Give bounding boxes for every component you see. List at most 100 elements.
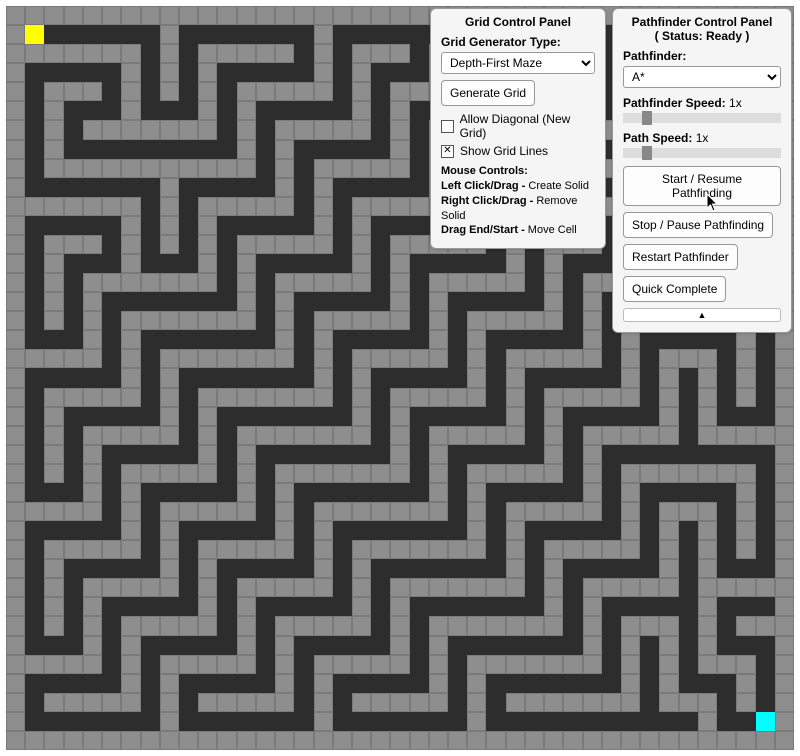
grid-cell[interactable] bbox=[371, 616, 390, 635]
grid-cell[interactable] bbox=[237, 254, 256, 273]
grid-cell[interactable] bbox=[25, 655, 44, 674]
grid-cell[interactable] bbox=[102, 559, 121, 578]
grid-cell[interactable] bbox=[83, 616, 102, 635]
grid-cell[interactable] bbox=[583, 502, 602, 521]
grid-cell[interactable] bbox=[352, 140, 371, 159]
grid-cell[interactable] bbox=[160, 559, 179, 578]
grid-cell[interactable] bbox=[198, 216, 217, 235]
grid-cell[interactable] bbox=[717, 636, 736, 655]
grid-cell[interactable] bbox=[179, 235, 198, 254]
grid-cell[interactable] bbox=[736, 330, 755, 349]
grid-cell[interactable] bbox=[506, 616, 525, 635]
grid-cell[interactable] bbox=[563, 273, 582, 292]
grid-cell[interactable] bbox=[583, 483, 602, 502]
generate-grid-button[interactable]: Generate Grid bbox=[441, 80, 535, 106]
grid-cell[interactable] bbox=[275, 25, 294, 44]
grid-cell[interactable] bbox=[640, 407, 659, 426]
grid-cell[interactable] bbox=[141, 521, 160, 540]
grid-cell[interactable] bbox=[275, 254, 294, 273]
grid-cell[interactable] bbox=[25, 216, 44, 235]
grid-cell[interactable] bbox=[64, 540, 83, 559]
grid-cell[interactable] bbox=[314, 254, 333, 273]
grid-cell[interactable] bbox=[448, 712, 467, 731]
grid-cell[interactable] bbox=[217, 368, 236, 387]
grid-cell[interactable] bbox=[6, 731, 25, 750]
grid-cell[interactable] bbox=[83, 578, 102, 597]
grid-cell[interactable] bbox=[371, 197, 390, 216]
grid-cell[interactable] bbox=[736, 655, 755, 674]
grid-cell[interactable] bbox=[294, 445, 313, 464]
grid-cell[interactable] bbox=[6, 464, 25, 483]
grid-cell[interactable] bbox=[44, 63, 63, 82]
grid-cell[interactable] bbox=[102, 235, 121, 254]
grid-cell[interactable] bbox=[525, 521, 544, 540]
grid-cell[interactable] bbox=[333, 254, 352, 273]
grid-cell[interactable] bbox=[237, 483, 256, 502]
grid-cell[interactable] bbox=[352, 731, 371, 750]
grid-cell[interactable] bbox=[544, 712, 563, 731]
grid-cell[interactable] bbox=[217, 292, 236, 311]
grid-cell[interactable] bbox=[141, 311, 160, 330]
grid-cell[interactable] bbox=[294, 273, 313, 292]
grid-cell[interactable] bbox=[121, 388, 140, 407]
grid-cell[interactable] bbox=[217, 197, 236, 216]
grid-cell[interactable] bbox=[486, 655, 505, 674]
grid-cell[interactable] bbox=[736, 712, 755, 731]
grid-cell[interactable] bbox=[198, 273, 217, 292]
grid-cell[interactable] bbox=[333, 616, 352, 635]
grid-cell[interactable] bbox=[486, 693, 505, 712]
grid-cell[interactable] bbox=[141, 731, 160, 750]
grid-cell[interactable] bbox=[717, 693, 736, 712]
grid-cell[interactable] bbox=[25, 616, 44, 635]
grid-cell[interactable] bbox=[256, 330, 275, 349]
grid-cell[interactable] bbox=[64, 597, 83, 616]
grid-cell[interactable] bbox=[83, 349, 102, 368]
grid-cell[interactable] bbox=[83, 540, 102, 559]
grid-cell[interactable] bbox=[775, 349, 794, 368]
grid-cell[interactable] bbox=[314, 44, 333, 63]
grid-cell[interactable] bbox=[314, 25, 333, 44]
grid-cell[interactable] bbox=[160, 330, 179, 349]
grid-cell[interactable] bbox=[467, 636, 486, 655]
grid-cell[interactable] bbox=[410, 292, 429, 311]
grid-cell[interactable] bbox=[102, 197, 121, 216]
grid-cell[interactable] bbox=[390, 693, 409, 712]
grid-cell[interactable] bbox=[237, 578, 256, 597]
grid-cell[interactable] bbox=[294, 197, 313, 216]
grid-cell[interactable] bbox=[256, 388, 275, 407]
grid-cell[interactable] bbox=[198, 655, 217, 674]
grid-cell[interactable] bbox=[256, 693, 275, 712]
grid-cell[interactable] bbox=[640, 731, 659, 750]
grid-cell[interactable] bbox=[352, 540, 371, 559]
grid-cell[interactable] bbox=[179, 597, 198, 616]
grid-cell[interactable] bbox=[333, 712, 352, 731]
grid-cell[interactable] bbox=[390, 597, 409, 616]
grid-cell[interactable] bbox=[64, 502, 83, 521]
grid-cell[interactable] bbox=[179, 502, 198, 521]
grid-cell[interactable] bbox=[486, 388, 505, 407]
grid-cell[interactable] bbox=[640, 388, 659, 407]
grid-cell[interactable] bbox=[198, 559, 217, 578]
grid-cell[interactable] bbox=[544, 540, 563, 559]
grid-cell[interactable] bbox=[429, 388, 448, 407]
grid-cell[interactable] bbox=[198, 140, 217, 159]
grid-cell[interactable] bbox=[25, 540, 44, 559]
grid-cell[interactable] bbox=[256, 578, 275, 597]
grid-cell[interactable] bbox=[256, 368, 275, 387]
grid-cell[interactable] bbox=[448, 311, 467, 330]
grid-cell[interactable] bbox=[429, 426, 448, 445]
grid-cell[interactable] bbox=[563, 464, 582, 483]
grid-cell[interactable] bbox=[64, 388, 83, 407]
grid-cell[interactable] bbox=[390, 292, 409, 311]
grid-cell[interactable] bbox=[525, 349, 544, 368]
grid-cell[interactable] bbox=[160, 311, 179, 330]
grid-cell[interactable] bbox=[275, 674, 294, 693]
grid-cell[interactable] bbox=[410, 559, 429, 578]
grid-cell[interactable] bbox=[410, 216, 429, 235]
grid-cell[interactable] bbox=[486, 636, 505, 655]
grid-cell[interactable] bbox=[256, 464, 275, 483]
grid-cell[interactable] bbox=[621, 655, 640, 674]
grid-cell[interactable] bbox=[121, 120, 140, 139]
grid-cell[interactable] bbox=[659, 368, 678, 387]
grid-cell[interactable] bbox=[198, 674, 217, 693]
